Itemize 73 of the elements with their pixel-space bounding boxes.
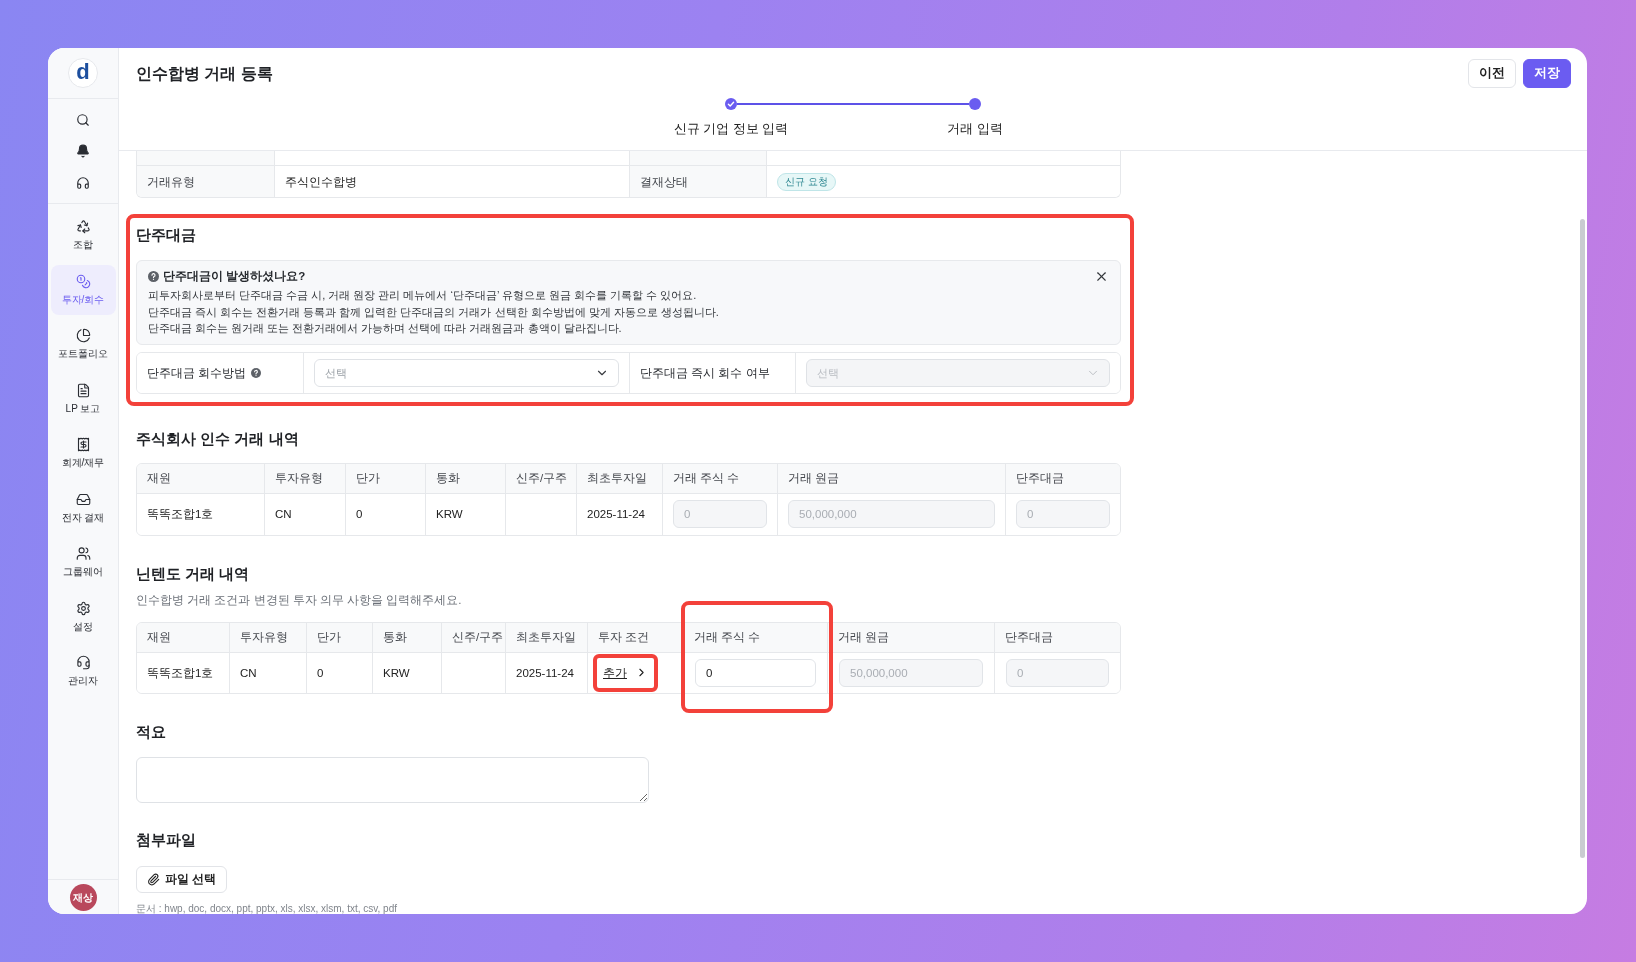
field-label: 거래유형: [137, 166, 275, 197]
users-icon: [75, 546, 91, 561]
settings-icon: [75, 600, 91, 616]
field-label: 단주대금 즉시 회수 여부: [640, 365, 770, 380]
pie-chart-icon: [75, 328, 91, 343]
column-header: 최초투자일: [577, 463, 663, 494]
nav-item[interactable]: LP 보고: [50, 373, 116, 424]
column-header: 재원: [137, 622, 230, 653]
column-header: 신주/구주: [442, 622, 506, 653]
table-cell: 똑똑조합1호: [137, 652, 230, 693]
user-avatar[interactable]: 재상: [69, 883, 97, 911]
bell-icon[interactable]: [76, 144, 90, 159]
nav-item[interactable]: 전자 결재: [50, 482, 116, 533]
column-header: 단가: [346, 463, 426, 494]
input-field[interactable]: 0: [695, 658, 816, 687]
notice-text: 단주대금 즉시 회수는 전환거래 등록과 함께 입력한 단주대금의 거래가 선택한 회수방법에 맞게 자동으로 생성됩니다.: [148, 304, 720, 320]
column-header: 투자유형: [265, 463, 346, 494]
help-icon: [148, 270, 159, 282]
nav-item[interactable]: 그룹웨어: [50, 537, 116, 587]
notice-text: 피투자회사로부터 단주대금 수금 시, 거래 원장 관리 메뉴에서 ‘단주대금’ 유형으로 원금 회수를 기록할 수 있어요.: [148, 288, 698, 303]
column-header: 재원: [137, 463, 265, 494]
coins-icon: [75, 273, 91, 289]
receipt-icon: [75, 437, 91, 452]
column-header: 단가: [307, 622, 373, 653]
column-header: 거래 원금: [778, 463, 1006, 494]
scrollbar-thumb[interactable]: [1580, 219, 1585, 858]
paperclip-icon: [147, 872, 160, 886]
step-label: 거래 입력: [946, 121, 1004, 137]
memo-field[interactable]: [136, 756, 649, 803]
logo[interactable]: d: [68, 58, 98, 88]
notice-text: 단주대금 회수는 원거래 또는 전환거래에서 가능하며 선택에 따라 거래원금과 총액이 달라집니다.: [148, 321, 623, 336]
table-cell: 똑똑조합1호: [137, 493, 265, 535]
file-select-button[interactable]: 파일 선택: [136, 865, 228, 893]
search-icon[interactable]: [76, 112, 90, 127]
nav-item[interactable]: 투자/회수: [50, 264, 116, 315]
column-header: 신주/구주: [506, 463, 577, 494]
nav-item[interactable]: 설정: [50, 591, 116, 642]
step-label: 신규 기업 정보 입력: [672, 121, 790, 137]
nav-item[interactable]: 조합: [50, 210, 116, 260]
save-button[interactable]: 저장: [1523, 59, 1571, 88]
notice-title: 단주대금이 발생하셨나요?: [163, 269, 306, 284]
file-type-hint: 문서 : hwp, doc, docx, ppt, pptx, xls, xlsx, xlsm, txt, csv, pdf: [136, 902, 398, 914]
column-header: 최초투자일: [506, 622, 588, 653]
column-header: 거래 주식 수: [684, 622, 828, 653]
nav-item[interactable]: 관리자: [50, 646, 116, 696]
nav-item[interactable]: 포트폴리오: [50, 319, 116, 369]
column-header: 투자유형: [230, 622, 307, 653]
column-header: 단주대금: [1006, 463, 1120, 494]
field-label: 결재상태: [630, 166, 767, 197]
column-header: 거래 주식 수: [663, 463, 778, 494]
section-title: 주식회사 인수 거래 내역: [136, 429, 300, 448]
nav-item[interactable]: 회계/재무: [50, 428, 116, 478]
page-title: 인수합병 거래 등록: [136, 64, 273, 84]
headset-icon: [75, 655, 91, 670]
add-link[interactable]: 추가: [603, 665, 648, 680]
recycle-icon: [75, 219, 91, 234]
section-title: 닌텐도 거래 내역: [136, 564, 251, 583]
headphones-icon[interactable]: [76, 175, 90, 190]
column-header: 투자 조건: [588, 622, 684, 653]
section-title: 단주대금: [136, 226, 197, 244]
section-title: 적요: [136, 722, 167, 741]
file-text-icon: [75, 382, 91, 398]
status-badge: 신규 요청: [777, 172, 836, 191]
section-title: 첨부파일: [136, 830, 197, 849]
column-header: 단주대금: [995, 622, 1120, 653]
column-header: 통화: [426, 463, 506, 494]
select-field[interactable]: 선택: [314, 358, 619, 387]
inbox-icon: [75, 491, 91, 507]
column-header: 거래 원금: [828, 622, 995, 653]
section-description: 인수합병 거래 조건과 변경된 투자 의무 사항을 입력해주세요.: [136, 592, 463, 608]
column-header: 통화: [373, 622, 442, 653]
back-button[interactable]: 이전: [1468, 59, 1516, 88]
field-label: 단주대금 회수방법: [147, 365, 247, 380]
